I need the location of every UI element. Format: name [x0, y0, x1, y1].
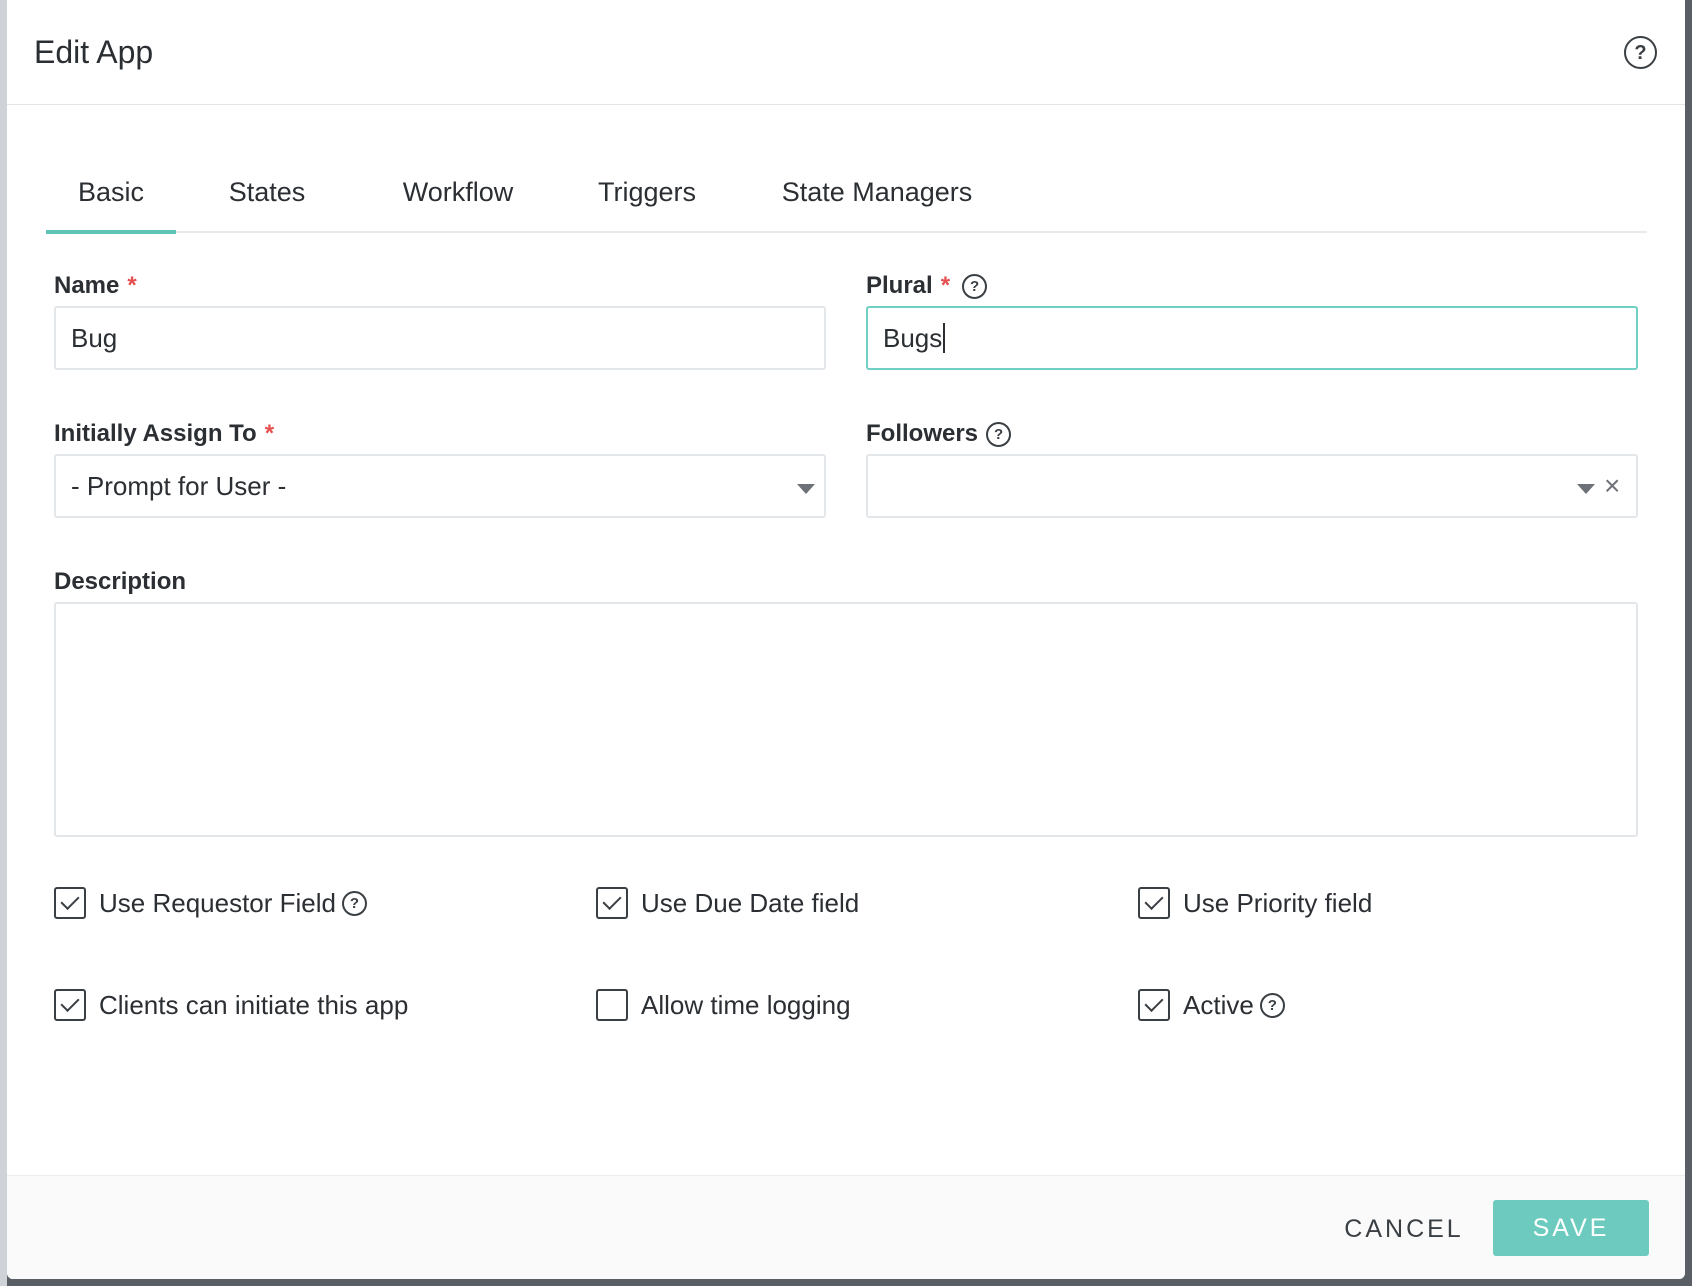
use-priority-option[interactable]: Use Priority field	[1138, 887, 1372, 919]
name-label-text: Name	[54, 272, 120, 299]
description-label-text: Description	[54, 568, 187, 595]
text-caret	[943, 323, 946, 353]
assign-select[interactable]: - Prompt for User -	[54, 454, 826, 518]
clients-can-initiate-option[interactable]: Clients can initiate this app	[54, 989, 408, 1021]
clients-can-initiate-label: Clients can initiate this app	[99, 989, 409, 1020]
required-asterisk: *	[264, 420, 275, 447]
use-due-date-label: Use Due Date field	[641, 887, 860, 918]
use-requestor-field-label: Use Requestor Field	[99, 887, 336, 918]
checkbox-checked[interactable]	[1138, 887, 1170, 919]
dialog-title: Edit App	[34, 34, 154, 70]
plural-input[interactable]: Bugs	[866, 306, 1638, 370]
chevron-down-icon[interactable]	[1577, 484, 1595, 494]
assign-select-value: - Prompt for User -	[71, 470, 287, 501]
required-asterisk: *	[940, 272, 951, 299]
active-label: Active	[1183, 989, 1254, 1020]
plural-input-value: Bugs	[883, 322, 943, 353]
question-circle-icon[interactable]: ?	[962, 273, 988, 299]
checkbox-unchecked[interactable]	[596, 989, 628, 1021]
description-label: Description	[54, 568, 186, 596]
allow-time-logging-option[interactable]: Allow time logging	[596, 989, 851, 1021]
name-input[interactable]: Bug	[54, 306, 826, 370]
tab-basic[interactable]: Basic	[46, 162, 176, 234]
background-page	[0, 0, 7, 1286]
allow-time-logging-label: Allow time logging	[641, 989, 851, 1020]
question-circle-icon[interactable]: ?	[1259, 992, 1285, 1018]
tab-bar: Basic States Workflow Triggers State Man…	[46, 162, 1647, 234]
dialog-header: Edit App ?	[7, 0, 1685, 105]
use-due-date-option[interactable]: Use Due Date field	[596, 887, 859, 919]
required-asterisk: *	[127, 272, 137, 299]
name-label: Name *	[54, 272, 137, 300]
tab-state-managers[interactable]: State Managers	[779, 162, 975, 233]
plural-label: Plural * ?	[866, 272, 988, 300]
active-option[interactable]: Active ?	[1138, 989, 1285, 1021]
plural-label-text: Plural	[866, 272, 933, 299]
use-priority-label: Use Priority field	[1183, 887, 1373, 918]
close-icon[interactable]: ×	[1604, 472, 1620, 500]
cancel-button[interactable]: CANCEL	[1334, 1201, 1474, 1257]
followers-select[interactable]: ×	[866, 454, 1638, 518]
checkbox-checked[interactable]	[596, 887, 628, 919]
followers-label-text: Followers	[866, 420, 979, 447]
assign-label-text: Initially Assign To	[54, 420, 257, 447]
checkbox-checked[interactable]	[54, 887, 86, 919]
question-circle-icon[interactable]: ?	[986, 421, 1012, 447]
edit-app-dialog: Edit App ? Basic States Workflow Trigger…	[7, 0, 1685, 1279]
tab-triggers[interactable]: Triggers	[592, 162, 702, 233]
save-button[interactable]: SAVE	[1493, 1200, 1649, 1256]
use-requestor-field-option[interactable]: Use Requestor Field ?	[54, 887, 367, 919]
tab-workflow[interactable]: Workflow	[398, 162, 518, 233]
question-circle-icon[interactable]: ?	[342, 890, 367, 916]
question-circle-icon[interactable]: ?	[1624, 36, 1657, 69]
followers-label: Followers ?	[866, 420, 1012, 448]
chevron-down-icon[interactable]	[797, 484, 815, 494]
assign-label: Initially Assign To *	[54, 420, 274, 448]
description-textarea[interactable]	[54, 602, 1638, 837]
name-input-value: Bug	[71, 322, 118, 353]
tab-states[interactable]: States	[222, 162, 312, 233]
checkbox-checked[interactable]	[54, 989, 86, 1021]
checkbox-checked[interactable]	[1138, 989, 1170, 1021]
